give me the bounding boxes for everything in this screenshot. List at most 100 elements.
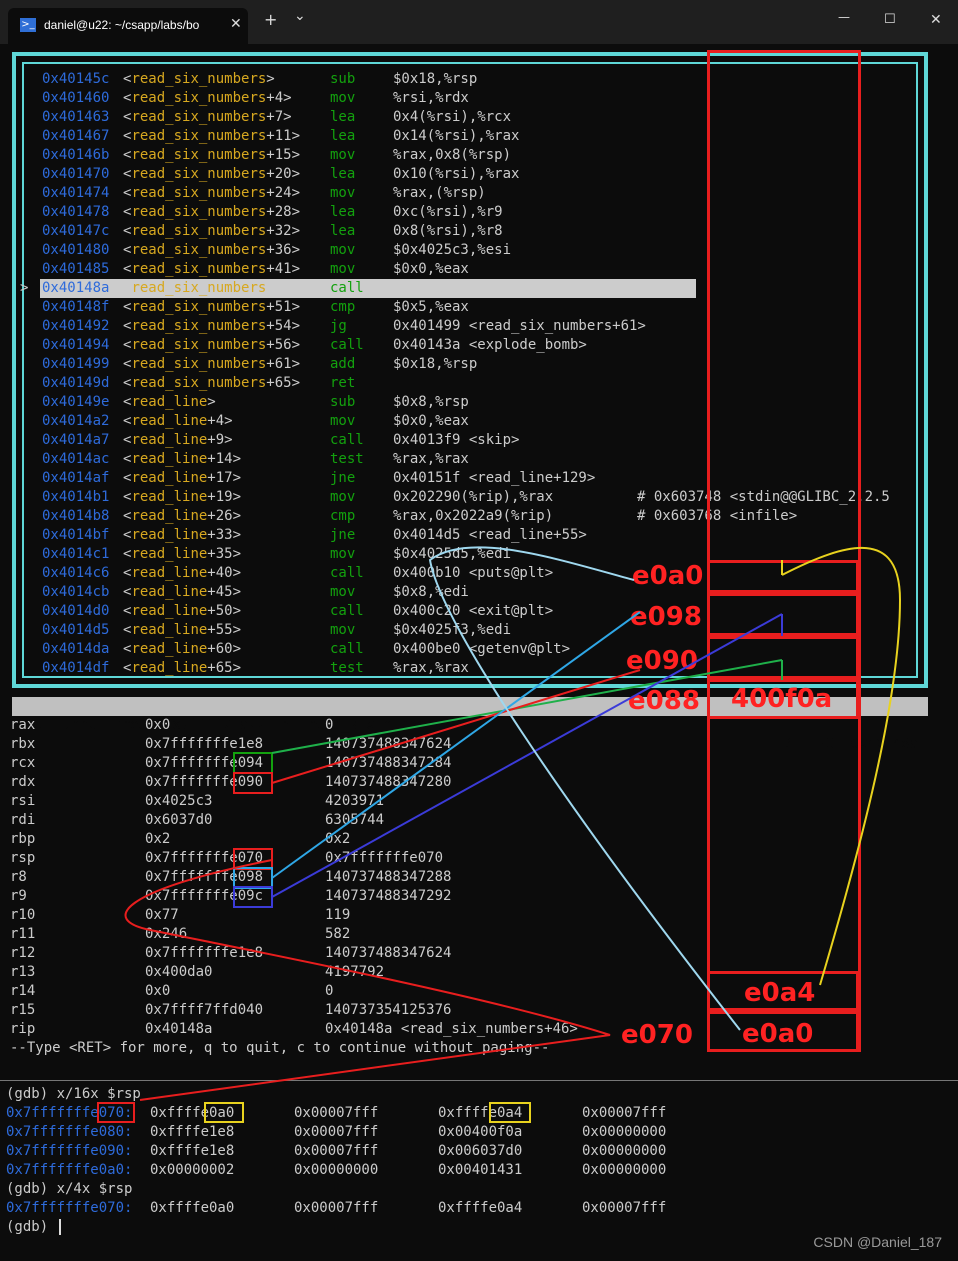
asm-operands: 0x400b10 <puts@plt> [393, 565, 554, 581]
register-hex: 0x7fffffffe094 [145, 755, 264, 771]
symbol-name: read_six_numbers [131, 204, 267, 220]
symbol-offset: +61> [266, 356, 301, 372]
register-dec: 4203971 [325, 793, 385, 809]
asm-symbol: <read_six_numbers+11> [123, 127, 300, 146]
register-hex: 0x246 [145, 926, 188, 942]
asm-symbol: <read_line+14> [123, 450, 241, 469]
asm-operands: 0x400be0 <getenv@plt> [393, 641, 571, 657]
asm-mnemonic: mov [330, 489, 356, 505]
memory-word: 0x006037d0 [438, 1143, 523, 1159]
register-dec: 0 [325, 983, 334, 999]
asm-address: 0x4014d0 [42, 603, 110, 619]
cursor [58, 1219, 61, 1235]
minimize-button[interactable]: — [838, 10, 850, 24]
asm-operands: %rax,(%rsp) [393, 185, 486, 201]
asm-symbol: <read_line+4> [123, 412, 233, 431]
asm-symbol: <read_line+17> [123, 469, 241, 488]
asm-mnemonic: lea [330, 109, 356, 125]
asm-symbol: <read_six_numbers+46> [123, 279, 300, 298]
title-bar: >_ daniel@u22: ~/csapp/labs/bo ✕ + ⌄ — ☐… [0, 0, 958, 44]
asm-mnemonic: ret [330, 375, 356, 391]
register-hex: 0x77 [145, 907, 179, 923]
symbol-name: read_line [131, 546, 208, 562]
tab-dropdown-icon[interactable]: ⌄ [294, 8, 306, 24]
register-hex: 0x7fffffffe070 [145, 850, 264, 866]
asm-operands: 0x40143a <explode_bomb> [393, 337, 587, 353]
asm-symbol: <read_line+40> [123, 564, 241, 583]
asm-address: 0x401499 [42, 356, 110, 372]
asm-address: 0x40146b [42, 147, 110, 163]
memory-address: 0x7fffffffe080: [6, 1124, 133, 1140]
symbol-offset: +65> [266, 375, 301, 391]
symbol-name: read_line [131, 527, 208, 543]
register-row: r8 0x7fffffffe098 140737488347288 [10, 868, 710, 887]
symbol-offset: +65> [207, 660, 242, 676]
asm-symbol: <read_six_numbers+36> [123, 241, 300, 260]
memory-word: 0x00007fff [294, 1124, 379, 1140]
tab-close-icon[interactable]: ✕ [230, 16, 242, 32]
memory-word: 0x00007fff [582, 1105, 667, 1121]
maximize-button[interactable]: ☐ [884, 12, 896, 27]
new-tab-button[interactable]: + [264, 10, 277, 29]
register-dec: 4197792 [325, 964, 385, 980]
symbol-name: read_six_numbers [131, 128, 267, 144]
asm-mnemonic: call [330, 280, 364, 296]
symbol-offset: +7> [266, 109, 292, 125]
register-hex: 0x40148a [145, 1021, 213, 1037]
register-row: r12 0x7fffffffe1e8 140737488347624 [10, 944, 710, 963]
asm-address: 0x4014bf [42, 527, 110, 543]
asm-mnemonic: jne [330, 527, 356, 543]
stack-slot-e0a0 [707, 560, 859, 593]
register-hex: 0x2 [145, 831, 171, 847]
register-row: rbx 0x7fffffffe1e8 140737488347624 [10, 735, 710, 754]
asm-mnemonic: call [330, 641, 364, 657]
asm-mnemonic: cmp [330, 508, 356, 524]
asm-operands: $0x5,%eax [393, 299, 469, 315]
symbol-offset: +20> [266, 166, 301, 182]
symbol-name: read_line [131, 470, 208, 486]
gdb-prompt[interactable]: (gdb) [6, 1218, 61, 1237]
symbol-offset: +17> [207, 470, 242, 486]
register-hex: 0x7ffff7ffd040 [145, 1002, 264, 1018]
terminal-tab[interactable]: >_ daniel@u22: ~/csapp/labs/bo ✕ [8, 8, 248, 44]
asm-address: 0x401480 [42, 242, 110, 258]
symbol-offset: +50> [207, 603, 242, 619]
memory-word: 0xffffe1e8 [150, 1124, 235, 1140]
stack-slot-e090 [707, 636, 859, 679]
label-e098: e098 [630, 602, 702, 632]
asm-address: 0x4014af [42, 470, 110, 486]
register-name: rax [10, 717, 36, 733]
register-dec: 0x7fffffffe070 [325, 850, 444, 866]
symbol-offset: +28> [266, 204, 301, 220]
asm-address: 0x4014a2 [42, 413, 110, 429]
register-row: rcx 0x7fffffffe094 140737488347284 [10, 754, 710, 773]
symbol-offset: > [266, 71, 275, 87]
memory-word: 0xffffe1e8 [150, 1143, 235, 1159]
asm-operands: 0x14(%rsi),%rax [393, 128, 520, 144]
label-e088: e088 [628, 686, 700, 716]
register-row: r13 0x400da0 4197792 [10, 963, 710, 982]
asm-mnemonic: mov [330, 546, 356, 562]
terminal-icon: >_ [20, 18, 36, 32]
asm-symbol: <read_six_numbers+54> [123, 317, 300, 336]
asm-symbol: <read_six_numbers+65> [123, 374, 300, 393]
watermark: CSDN @Daniel_187 [813, 1234, 942, 1250]
command-x4: (gdb) x/4x $rsp [6, 1181, 133, 1197]
asm-operands: 0x4(%rsi),%rcx [393, 109, 512, 125]
memory-word: 0x00000000 [582, 1124, 667, 1140]
memory-word: 0x00007fff [294, 1105, 379, 1121]
symbol-name: read_line [131, 432, 208, 448]
close-button[interactable]: ✕ [930, 12, 942, 28]
register-dec: 0 [325, 717, 334, 733]
register-name: rdi [10, 812, 36, 828]
asm-operands: $0x4025f3,%edi [393, 622, 512, 638]
symbol-name: read_six_numbers [131, 337, 267, 353]
asm-address: 0x40148a [42, 280, 110, 296]
asm-symbol: <read_line+60> [123, 640, 241, 659]
asm-mnemonic: jg [330, 318, 347, 334]
symbol-offset: +33> [207, 527, 242, 543]
register-hex: 0x0 [145, 717, 171, 733]
asm-symbol: <read_line+26> [123, 507, 241, 526]
asm-mnemonic: mov [330, 90, 356, 106]
asm-symbol: <read_six_numbers+28> [123, 203, 300, 222]
